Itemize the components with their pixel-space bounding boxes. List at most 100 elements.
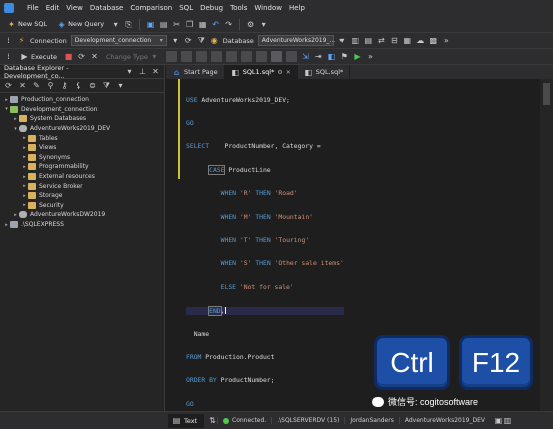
grid-icon[interactable]: ▩ [429, 36, 438, 45]
refresh-icon[interactable]: ⟳ [4, 81, 13, 90]
scrollbar-thumb[interactable] [543, 83, 550, 105]
tree-node-production-connection[interactable]: ▸ Production_connection [0, 95, 164, 105]
bookmark-icon[interactable] [255, 51, 267, 62]
stop-icon[interactable]: ■ [64, 52, 73, 61]
toolbar-options-icon[interactable]: ▾ [259, 20, 268, 29]
dropdown-icon[interactable]: ▾ [125, 67, 134, 76]
expand-icon[interactable]: ▸ [12, 116, 19, 122]
copy-icon[interactable]: ❐ [185, 20, 194, 29]
cut-icon[interactable]: ✂ [172, 20, 181, 29]
menu-debug[interactable]: Debug [200, 4, 223, 12]
database-select[interactable]: AdventureWorks2019_... ▾ [257, 35, 342, 46]
new-dropdown-icon[interactable]: ▾ [111, 20, 120, 29]
indent-icon[interactable] [225, 51, 237, 62]
settings-icon[interactable]: ⚙ [246, 20, 255, 29]
breakpoint-icon[interactable]: ◧ [327, 52, 336, 61]
tree-node-adventureworksdw[interactable]: ▸ AdventureWorksDW2019 [0, 210, 164, 220]
editor-scrollbar[interactable] [540, 79, 553, 411]
menu-window[interactable]: Window [254, 4, 282, 12]
expand-icon[interactable]: ▸ [21, 193, 28, 199]
menu-database[interactable]: Database [90, 4, 123, 12]
filter-icon[interactable]: ⧩ [102, 81, 111, 90]
tree-node-tables[interactable]: ▸ Tables [0, 133, 164, 143]
tree-node-storage[interactable]: ▸ Storage [0, 191, 164, 201]
tree-node-system-databases[interactable]: ▸ System Databases [0, 114, 164, 124]
schema-icon[interactable]: ▦ [403, 36, 412, 45]
collapse-icon[interactable]: ▾ [3, 106, 10, 112]
document-icon[interactable]: ▤ [364, 36, 373, 45]
tab-start-page[interactable]: ⌂ Start Page [166, 65, 225, 79]
menu-edit[interactable]: Edit [46, 4, 60, 12]
properties-icon[interactable]: ▥ [351, 36, 360, 45]
expand-icon[interactable]: ▸ [21, 145, 28, 151]
menu-comparison[interactable]: Comparison [130, 4, 172, 12]
expand-icon[interactable]: ▸ [21, 154, 28, 160]
expand-icon[interactable]: ▸ [21, 183, 28, 189]
disconnect-icon[interactable]: ⊟ [390, 36, 399, 45]
connect-icon[interactable]: ⚷ [60, 81, 69, 90]
tree-node-sqlexpress[interactable]: ▸ .\SQLEXPRESS [0, 220, 164, 230]
undo-icon[interactable]: ↶ [211, 20, 220, 29]
expand-icon[interactable]: ▸ [21, 202, 28, 208]
tree-node-views[interactable]: ▸ Views [0, 143, 164, 153]
expand-icon[interactable]: ▸ [3, 97, 10, 103]
run-debug-icon[interactable]: ▶ [353, 52, 362, 61]
tree-node-adventureworks-dev[interactable]: ▾ AdventureWorks2019_DEV [0, 124, 164, 134]
menu-view[interactable]: View [66, 4, 83, 12]
close-icon[interactable]: ✕ [286, 69, 291, 76]
options-icon[interactable]: ▾ [116, 81, 125, 90]
expand-icon[interactable]: ▸ [3, 222, 10, 228]
close-icon[interactable]: ✕ [151, 67, 160, 76]
tab-sql[interactable]: ◧ SQL.sql* [298, 65, 351, 79]
tree-node-security[interactable]: ▸ Security [0, 201, 164, 211]
outdent-icon[interactable] [240, 51, 252, 62]
save-all-icon[interactable]: ▤ [159, 20, 168, 29]
menu-sql[interactable]: SQL [179, 4, 193, 12]
arrows-icon[interactable]: ⇅ [208, 416, 217, 425]
text-output-tab[interactable]: ▤ Text [168, 413, 204, 428]
tree-node-development-connection[interactable]: ▾ Development_connection [0, 105, 164, 115]
refresh-connection-icon[interactable]: ⟳ [184, 36, 193, 45]
delete-icon[interactable]: ✕ [18, 81, 27, 90]
more-icon[interactable]: » [366, 52, 375, 61]
step-over-icon[interactable]: ⇥ [314, 52, 323, 61]
change-type-button[interactable]: Change Type ▾ [103, 50, 162, 63]
edit-icon[interactable]: ✎ [32, 81, 41, 90]
cloud-icon[interactable]: ☁ [416, 36, 425, 45]
settings-icon[interactable]: ⚙ [277, 69, 282, 76]
tree-node-synonyms[interactable]: ▸ Synonyms [0, 153, 164, 163]
cancel-icon[interactable]: ✕ [90, 52, 99, 61]
expand-icon[interactable]: ▸ [21, 164, 28, 170]
connection-select[interactable]: Development_connection ▾ [70, 35, 167, 46]
tree-node-external-resources[interactable]: ▸ External resources [0, 172, 164, 182]
debug-icon[interactable]: ⚑ [340, 52, 349, 61]
filter-icon[interactable]: ⧩ [197, 36, 206, 45]
expand-icon[interactable]: ▸ [12, 212, 19, 218]
menu-file[interactable]: File [27, 4, 39, 12]
menu-tools[interactable]: Tools [230, 4, 247, 12]
format-icon[interactable] [165, 51, 177, 62]
open-file-icon[interactable]: ⎘ [124, 20, 133, 29]
sync-icon[interactable]: ⊜ [88, 81, 97, 90]
more-icon[interactable]: » [442, 36, 451, 45]
tab-sql1[interactable]: ◧ SQL1.sql* ⚙ ✕ [224, 65, 298, 79]
panel-icon[interactable]: ▥ [503, 416, 512, 425]
pin-icon[interactable]: ⊥ [138, 67, 147, 76]
collapse-icon[interactable]: ▾ [12, 126, 19, 132]
database-menu-icon[interactable]: ▾ [338, 36, 347, 45]
save-icon[interactable]: ▣ [146, 20, 155, 29]
grid-view-icon[interactable] [285, 51, 297, 62]
text-view-icon[interactable] [270, 51, 282, 62]
redo-icon[interactable]: ↷ [224, 20, 233, 29]
tree-node-programmability[interactable]: ▸ Programmability [0, 162, 164, 172]
layout-icon[interactable]: ▣ [494, 416, 503, 425]
execute-button[interactable]: ▶ Execute [17, 50, 60, 63]
refresh-icon[interactable]: ⟳ [77, 52, 86, 61]
new-connection-icon[interactable]: ⚲ [46, 81, 55, 90]
disconnect-icon[interactable]: ⚸ [74, 81, 83, 90]
expand-icon[interactable]: ▸ [21, 174, 28, 180]
outline-icon[interactable] [180, 51, 192, 62]
paste-icon[interactable]: ▦ [198, 20, 207, 29]
connect-icon[interactable]: ⇄ [377, 36, 386, 45]
expand-icon[interactable]: ▸ [21, 135, 28, 141]
